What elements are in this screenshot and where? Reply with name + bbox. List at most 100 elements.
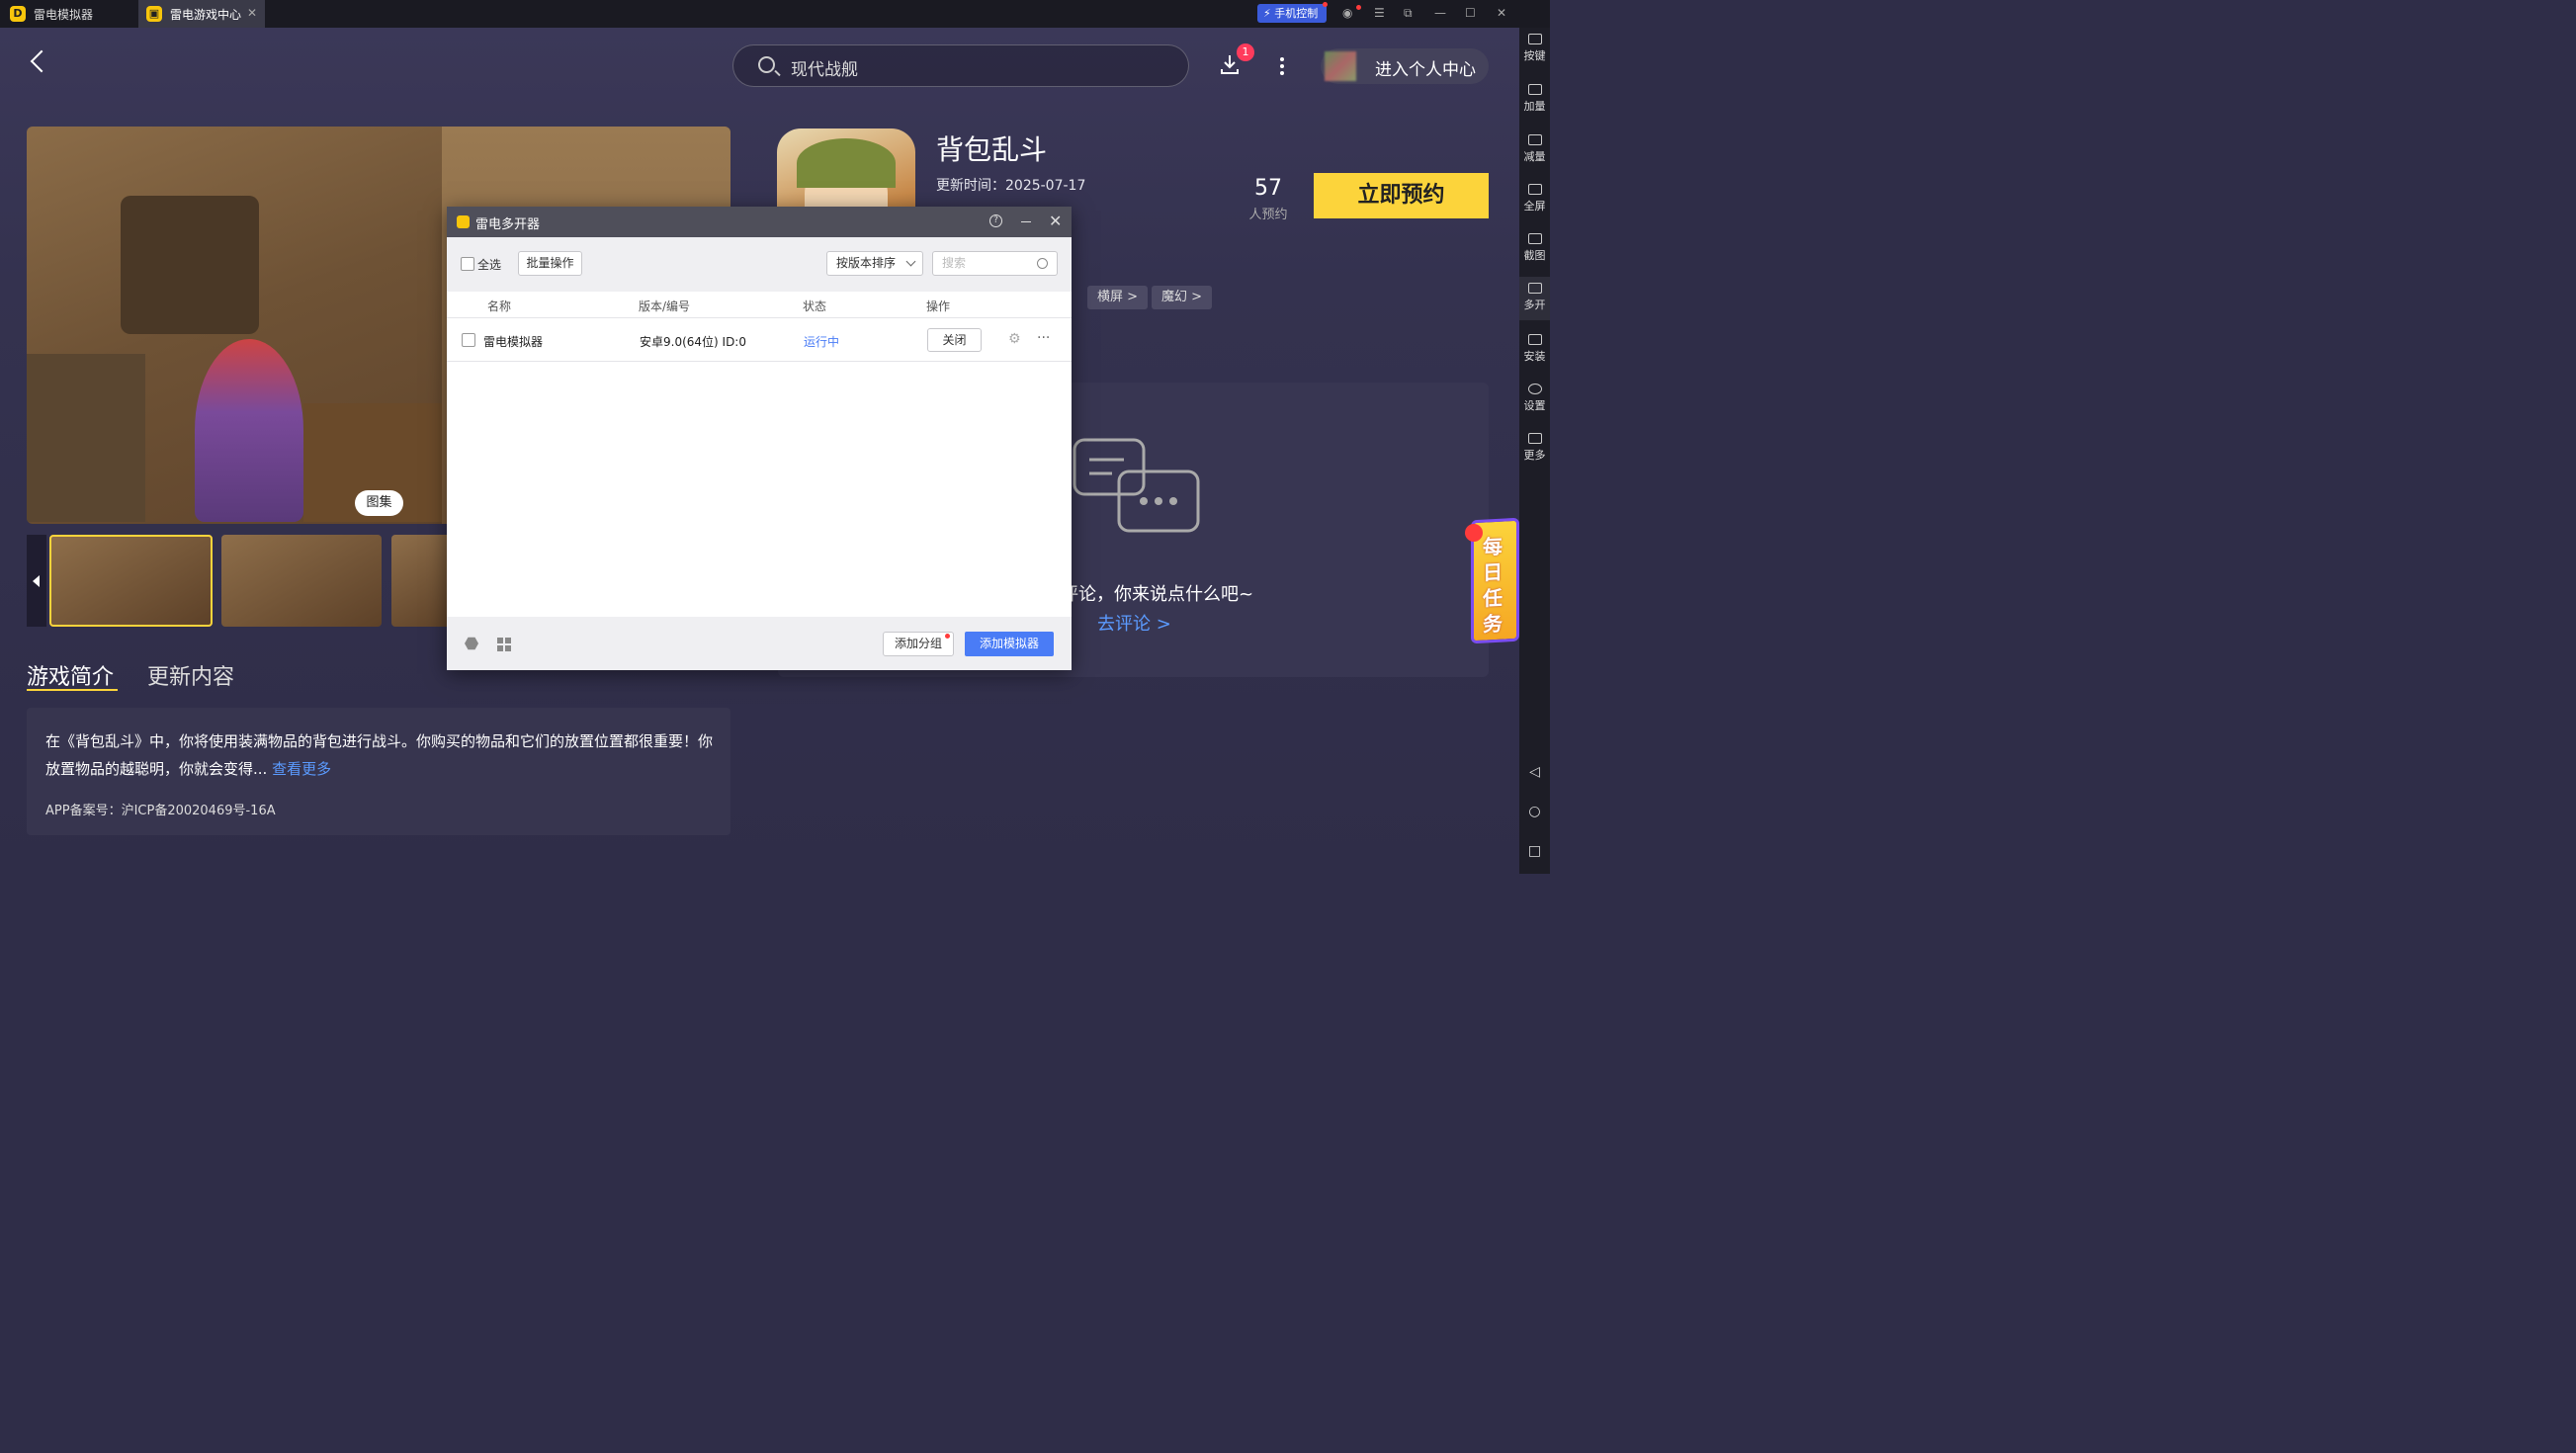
daily-task-badge[interactable]: 每日任务	[1465, 517, 1519, 644]
add-emulator-button[interactable]: 添加模拟器	[965, 632, 1054, 656]
more-options-icon[interactable]	[1280, 57, 1285, 78]
sidebar-item-install[interactable]: 安装	[1519, 334, 1550, 364]
notification-dot	[945, 634, 950, 639]
description-body: 在《背包乱斗》中，你将使用装满物品的背包进行战斗。你购买的物品和它们的放置位置都…	[45, 732, 714, 778]
tag-landscape[interactable]: 横屏 >	[1087, 286, 1149, 309]
close-window-icon[interactable]: ✕	[1497, 6, 1506, 20]
account-icon[interactable]: ◉	[1342, 6, 1352, 20]
see-more-link[interactable]: 查看更多	[272, 760, 331, 778]
nav-back-icon[interactable]: ◁	[1519, 764, 1550, 780]
volume-up-icon	[1527, 84, 1542, 95]
avatar	[1325, 51, 1356, 81]
search-input[interactable]: 现代战舰	[791, 55, 858, 80]
keyboard-icon	[1527, 34, 1542, 44]
reserve-count: 57	[1254, 176, 1282, 201]
nav-recents-icon[interactable]: □	[1519, 843, 1550, 859]
batch-operation-button[interactable]: 批量操作	[518, 251, 582, 276]
sidebar-item-label: 多开	[1523, 299, 1546, 311]
sidebar-item-label: 按键	[1523, 49, 1546, 62]
empty-comments-icon	[1073, 438, 1200, 533]
more-icon	[1527, 433, 1542, 444]
minimize-icon[interactable]: —	[1434, 6, 1446, 20]
reserve-count-label: 人预约	[1248, 208, 1288, 222]
thumb-prev-icon[interactable]	[27, 535, 46, 627]
sidebar-item-label: 安装	[1523, 350, 1546, 363]
sidebar-item-multi-instance[interactable]: 多开	[1519, 277, 1550, 320]
search-icon	[758, 56, 775, 73]
game-title: 背包乱斗	[936, 133, 1048, 166]
notification-dot	[1323, 2, 1328, 7]
icp-record: APP备案号：沪ICP备20020469号-16A	[45, 804, 276, 818]
gamepad-icon: ▣	[146, 6, 162, 22]
gear-icon	[1527, 384, 1542, 394]
sidebar-item-label: 更多	[1523, 449, 1546, 462]
active-tab-underline	[27, 689, 118, 691]
gallery-button[interactable]: 图集	[355, 490, 403, 516]
settings-icon[interactable]: ⚙	[1008, 331, 1021, 347]
sidebar-item-screenshot[interactable]: 截图	[1519, 233, 1550, 263]
right-toolbar: 按键 加量 减量 全屏 截图 多开 安装 设置 更多 ◁ ○ □	[1519, 28, 1550, 874]
search-bar[interactable]: 现代战舰	[732, 44, 1189, 87]
notification-dot	[1356, 5, 1361, 10]
thumbnail[interactable]	[49, 535, 213, 627]
tab-game-center[interactable]: ▣ 雷电游戏中心 ✕	[138, 0, 265, 28]
phone-control-button[interactable]: ⚡ 手机控制	[1257, 4, 1327, 23]
table-header: 名称 版本/编号 状态 操作	[447, 292, 1072, 318]
go-comment-link[interactable]: 去评论 >	[1097, 610, 1171, 636]
maximize-icon[interactable]: ☐	[1465, 6, 1476, 20]
close-icon[interactable]: ✕	[1049, 212, 1062, 230]
user-center-label: 进入个人中心	[1375, 60, 1476, 80]
sidebar-item-fullscreen[interactable]: 全屏	[1519, 184, 1550, 214]
minimize-icon[interactable]	[1021, 221, 1031, 222]
user-center-button[interactable]: 进入个人中心	[1321, 48, 1489, 84]
column-version: 版本/编号	[639, 299, 691, 313]
instance-version: 安卓9.0(64位) ID:0	[640, 335, 746, 349]
screenshot-thumbnails	[27, 535, 452, 627]
sort-select[interactable]: 按版本排序	[826, 251, 923, 276]
thumbnail[interactable]	[221, 535, 382, 627]
install-icon	[1527, 334, 1542, 345]
emulator-logo-icon: D	[10, 6, 26, 22]
close-tab-icon[interactable]: ✕	[247, 6, 257, 20]
add-group-button[interactable]: 添加分组	[883, 632, 954, 656]
dialog-header: 雷电多开器 ? ✕	[447, 207, 1072, 237]
notification-dot	[1465, 524, 1483, 542]
close-instance-button[interactable]: 关闭	[927, 328, 982, 352]
sidebar-item-label: 全屏	[1523, 200, 1546, 213]
sidebar-item-volume-down[interactable]: 减量	[1519, 134, 1550, 164]
sidebar-item-keymap[interactable]: 按键	[1519, 34, 1550, 63]
thumbnail[interactable]	[391, 535, 452, 627]
menu-icon[interactable]: ☰	[1374, 6, 1385, 20]
description-text: 在《背包乱斗》中，你将使用装满物品的背包进行战斗。你购买的物品和它们的放置位置都…	[45, 727, 718, 783]
sidebar-item-more[interactable]: 更多	[1519, 433, 1550, 463]
sidebar-item-volume-up[interactable]: 加量	[1519, 84, 1550, 114]
tab-intro[interactable]: 游戏简介	[27, 659, 114, 691]
nav-home-icon[interactable]: ○	[1519, 804, 1550, 819]
stats-panel-image	[27, 354, 145, 522]
tab-emulator[interactable]: D 雷电模拟器	[0, 0, 138, 28]
title-bar: D 雷电模拟器 ▣ 雷电游戏中心 ✕ ⚡ 手机控制 ◉ ☰ ⧉ — ☐ ✕	[0, 0, 1550, 28]
emulator-logo-icon	[457, 215, 470, 228]
phone-control-label: 手机控制	[1274, 7, 1319, 20]
tab-update[interactable]: 更新内容	[147, 659, 234, 691]
column-name: 名称	[487, 299, 512, 313]
help-icon[interactable]: ?	[989, 214, 1002, 227]
more-icon[interactable]: ···	[1037, 330, 1050, 346]
update-time: 更新时间：2025-07-17	[936, 178, 1086, 194]
reserve-button[interactable]: 立即预约	[1314, 173, 1489, 218]
tag-fantasy[interactable]: 魔幻 >	[1152, 286, 1213, 309]
row-checkbox[interactable]	[462, 333, 475, 347]
tab-label: 雷电游戏中心	[170, 7, 242, 22]
description-panel: 在《背包乱斗》中，你将使用装满物品的背包进行战斗。你购买的物品和它们的放置位置都…	[27, 708, 730, 835]
grid-view-icon[interactable]	[497, 638, 511, 651]
dialog-search-input[interactable]: 搜索	[932, 251, 1058, 276]
table-row: 雷电模拟器 安卓9.0(64位) ID:0 运行中 关闭 ⚙ ···	[447, 318, 1072, 362]
select-all-checkbox[interactable]	[461, 257, 474, 271]
restore-icon[interactable]: ⧉	[1404, 6, 1413, 21]
backpack-image	[121, 196, 259, 334]
sidebar-item-settings[interactable]: 设置	[1519, 384, 1550, 413]
settings-hex-icon[interactable]	[465, 637, 478, 650]
tab-label: 雷电模拟器	[34, 7, 94, 22]
sidebar-item-label: 减量	[1523, 150, 1546, 163]
character-image	[195, 339, 303, 522]
